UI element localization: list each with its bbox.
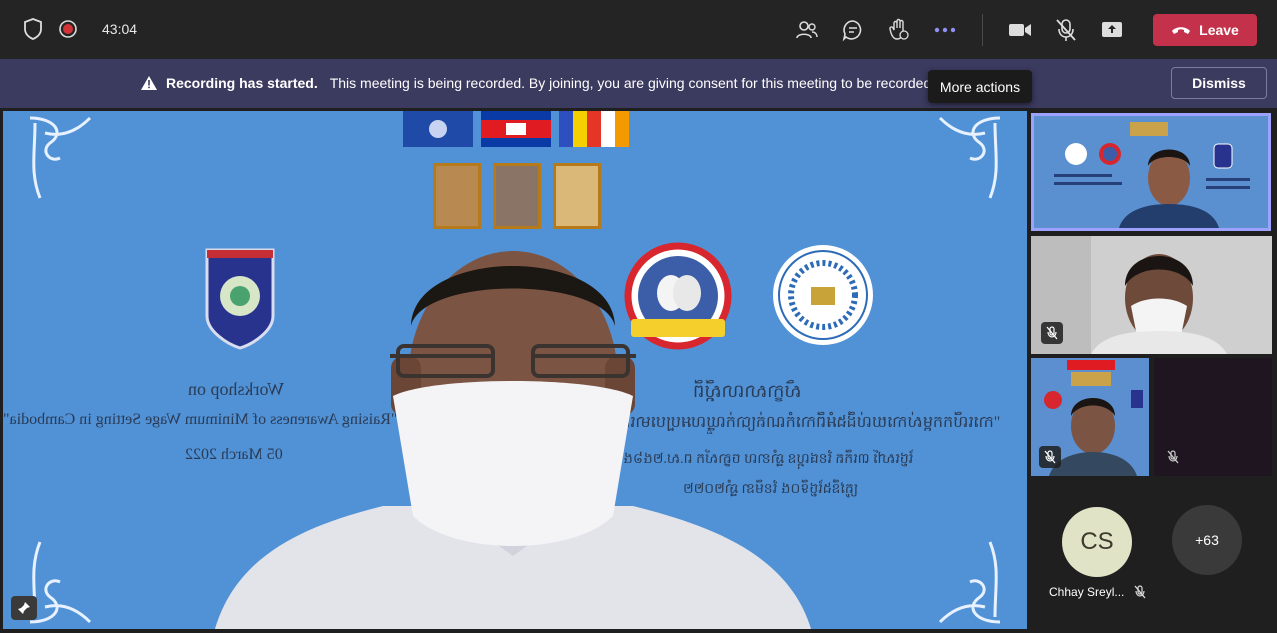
pin-icon xyxy=(18,602,30,614)
share-icon[interactable] xyxy=(1095,13,1129,47)
main-video-stage[interactable]: Workshop on "Raising Awareness of Minimu… xyxy=(3,111,1027,629)
corner-ornament-icon xyxy=(29,116,92,199)
meeting-toolbar: 43:04 Leave xyxy=(0,0,1277,59)
mic-off-icon[interactable] xyxy=(1049,13,1083,47)
corner-ornament-icon xyxy=(938,541,1001,624)
more-icon[interactable] xyxy=(928,13,962,47)
participant-tile[interactable] xyxy=(1031,358,1149,476)
participant-tile-active[interactable] xyxy=(1031,113,1271,231)
flags-row xyxy=(403,111,629,147)
camera-icon[interactable] xyxy=(1003,13,1037,47)
corner-ornament-icon xyxy=(938,116,1001,199)
pin-button[interactable] xyxy=(11,596,37,620)
buddhist-flag-icon xyxy=(559,111,629,147)
toolbar-divider xyxy=(982,14,983,46)
participant-name: Chhay Sreyl... xyxy=(1049,585,1125,599)
participant-video xyxy=(1034,116,1268,228)
warning-icon xyxy=(141,76,157,90)
speaker-video xyxy=(215,251,811,629)
dismiss-button[interactable]: Dismiss xyxy=(1171,67,1267,99)
mute-indicator xyxy=(1162,446,1184,468)
toolbar-left: 43:04 xyxy=(22,17,137,41)
meeting-timer: 43:04 xyxy=(102,21,138,37)
mute-indicator xyxy=(1041,322,1063,344)
participant-tile[interactable] xyxy=(1154,358,1272,476)
mic-off-icon xyxy=(1046,326,1058,340)
chat-icon[interactable] xyxy=(836,13,870,47)
more-actions-tooltip: More actions xyxy=(928,70,1032,103)
toolbar-right: Leave xyxy=(784,13,1257,47)
cambodia-flag-icon xyxy=(481,111,551,147)
mic-off-icon xyxy=(1044,450,1056,464)
recording-banner: Recording has started. This meeting is b… xyxy=(0,59,1277,108)
raise-hand-icon[interactable] xyxy=(882,13,916,47)
participant-tile[interactable] xyxy=(1031,236,1272,354)
royal-flag-icon xyxy=(403,111,473,147)
more-participants-button[interactable]: +63 xyxy=(1172,505,1242,575)
leave-label: Leave xyxy=(1199,22,1239,38)
participant-video xyxy=(1031,236,1272,354)
people-icon[interactable] xyxy=(790,13,824,47)
banner-text: This meeting is being recorded. By joini… xyxy=(329,75,932,91)
record-icon xyxy=(58,19,78,39)
banner-title: Recording has started. xyxy=(166,75,318,91)
mic-off-icon xyxy=(1167,450,1179,464)
banner-message: Recording has started. This meeting is b… xyxy=(140,75,931,91)
phone-icon xyxy=(1172,27,1191,34)
leave-button[interactable]: Leave xyxy=(1153,14,1257,46)
participant-avatar[interactable]: CS xyxy=(1062,507,1132,577)
participant-name-row: Chhay Sreyl... xyxy=(1049,585,1146,599)
mute-indicator xyxy=(1039,446,1061,468)
shield-icon[interactable] xyxy=(22,17,44,41)
mic-off-icon xyxy=(1134,585,1146,599)
